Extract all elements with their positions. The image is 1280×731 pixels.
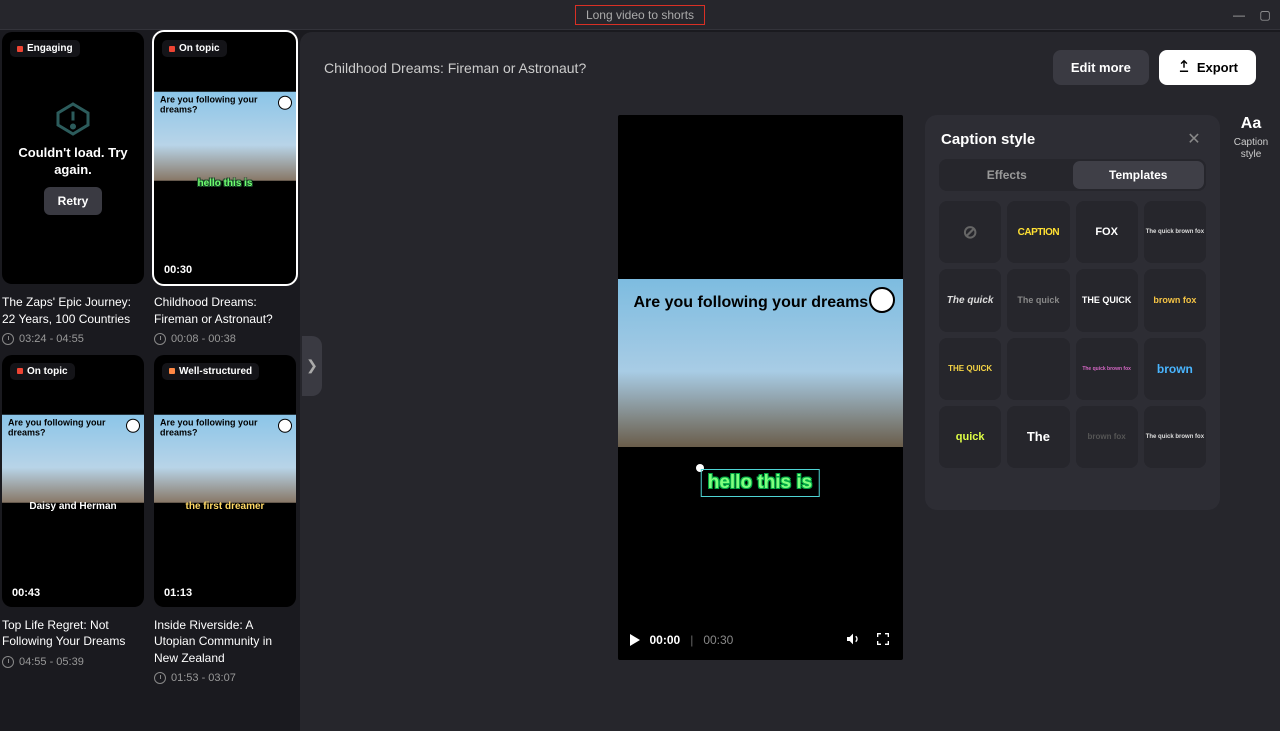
clip-duration: 00:43 xyxy=(12,587,40,599)
template-quick-yellow[interactable]: THE QUICK xyxy=(939,338,1001,400)
video-player[interactable]: Are you following your dreams? hello thi… xyxy=(618,115,903,660)
export-button[interactable]: Export xyxy=(1159,50,1256,85)
template-the[interactable]: The xyxy=(1007,406,1069,468)
clip-duration: 01:13 xyxy=(164,587,192,599)
clip-video-thumb: Are you following your dreams? xyxy=(2,415,144,503)
clip-caption: Daisy and Herman xyxy=(2,501,144,512)
clock-icon xyxy=(2,656,14,668)
retry-button[interactable]: Retry xyxy=(44,187,103,215)
clip-badge: Engaging xyxy=(10,40,80,57)
clip-preview[interactable]: On topic Are you following your dreams?Da… xyxy=(2,355,144,607)
clip-video-thumb: Are you following your dreams? xyxy=(154,92,296,180)
clock-icon xyxy=(154,333,166,345)
clip-caption: the first dreamer xyxy=(154,501,296,512)
clip-badge: Well-structured xyxy=(162,363,259,380)
template-quick-white[interactable]: THE QUICK xyxy=(1076,269,1138,331)
template-qbf3[interactable]: The quick brown fox xyxy=(1144,406,1206,468)
content-title: Childhood Dreams: Fireman or Astronaut? xyxy=(324,60,586,76)
template-none[interactable]: ⊘ xyxy=(939,201,1001,263)
template-dim[interactable]: brown fox xyxy=(1076,406,1138,468)
clip-badge: On topic xyxy=(10,363,75,380)
clock-icon xyxy=(2,333,14,345)
clip-timerange: 03:24 - 04:55 xyxy=(2,333,144,345)
text-icon: Aa xyxy=(1241,115,1261,133)
error-icon xyxy=(55,101,91,137)
clip-preview[interactable]: Well-structured Are you following your dr… xyxy=(154,355,296,607)
tab-templates[interactable]: Templates xyxy=(1073,161,1205,189)
close-panel-button[interactable]: ✕ xyxy=(1184,129,1204,149)
time-total: 00:30 xyxy=(703,633,733,647)
clip-caption: hello this is xyxy=(154,178,296,189)
template-caption[interactable]: CAPTION xyxy=(1007,201,1069,263)
caption-style-panel: Caption style ✕ Effects Templates ⊘CAPTI… xyxy=(925,115,1220,510)
play-button[interactable] xyxy=(630,634,640,646)
timer-icon xyxy=(869,287,895,313)
clip-preview[interactable]: On topic Are you following your dreams?he… xyxy=(154,32,296,284)
maximize-button[interactable]: ▢ xyxy=(1258,8,1272,22)
player-caption[interactable]: hello this is xyxy=(701,469,820,497)
clip-timerange: 04:55 - 05:39 xyxy=(2,656,144,668)
template-quick-lime[interactable]: quick xyxy=(939,406,1001,468)
template-qbf1[interactable]: The quick brown fox xyxy=(1144,201,1206,263)
clip-title: Top Life Regret: Not Following Your Drea… xyxy=(2,617,144,649)
clip-title: The Zaps' Epic Journey: 22 Years, 100 Co… xyxy=(2,294,144,326)
clip-title: Inside Riverside: A Utopian Community in… xyxy=(154,617,296,666)
clip-title: Childhood Dreams: Fireman or Astronaut? xyxy=(154,294,296,326)
template-brown[interactable]: brown xyxy=(1144,338,1206,400)
template-brownfox[interactable]: brown fox xyxy=(1144,269,1206,331)
minimize-button[interactable]: — xyxy=(1232,8,1246,22)
clip-preview[interactable]: Engaging Couldn't load. Try again. Retry xyxy=(2,32,144,284)
template-quick-gray[interactable]: The quick xyxy=(1007,269,1069,331)
clip-timerange: 01:53 - 03:07 xyxy=(154,672,296,684)
clip-badge: On topic xyxy=(162,40,227,57)
panel-title: Caption style xyxy=(941,131,1035,148)
caption-style-rail-button[interactable]: Aa Caption style xyxy=(1230,115,1272,161)
export-icon xyxy=(1177,59,1191,76)
template-qbf2[interactable]: The quick brown fox xyxy=(1076,338,1138,400)
clips-sidebar: Engaging Couldn't load. Try again. Retry Th… xyxy=(0,30,300,731)
volume-icon[interactable] xyxy=(845,631,861,650)
clock-icon xyxy=(154,672,166,684)
app-title: Long video to shorts xyxy=(575,5,705,25)
template-fox[interactable]: FOX xyxy=(1076,201,1138,263)
clip-duration: 00:30 xyxy=(164,264,192,276)
edit-more-button[interactable]: Edit more xyxy=(1053,50,1149,85)
template-empty1[interactable] xyxy=(1007,338,1069,400)
video-overlay-text: Are you following your dreams? xyxy=(634,293,887,312)
fullscreen-icon[interactable] xyxy=(875,631,891,650)
sidebar-collapse-handle[interactable]: ❯ xyxy=(302,336,322,396)
template-quick-italic[interactable]: The quick xyxy=(939,269,1001,331)
error-text: Couldn't load. Try again. xyxy=(10,145,136,179)
tab-effects[interactable]: Effects xyxy=(941,161,1073,189)
clip-video-thumb: Are you following your dreams? xyxy=(154,415,296,503)
time-current: 00:00 xyxy=(650,633,681,647)
clip-timerange: 00:08 - 00:38 xyxy=(154,333,296,345)
